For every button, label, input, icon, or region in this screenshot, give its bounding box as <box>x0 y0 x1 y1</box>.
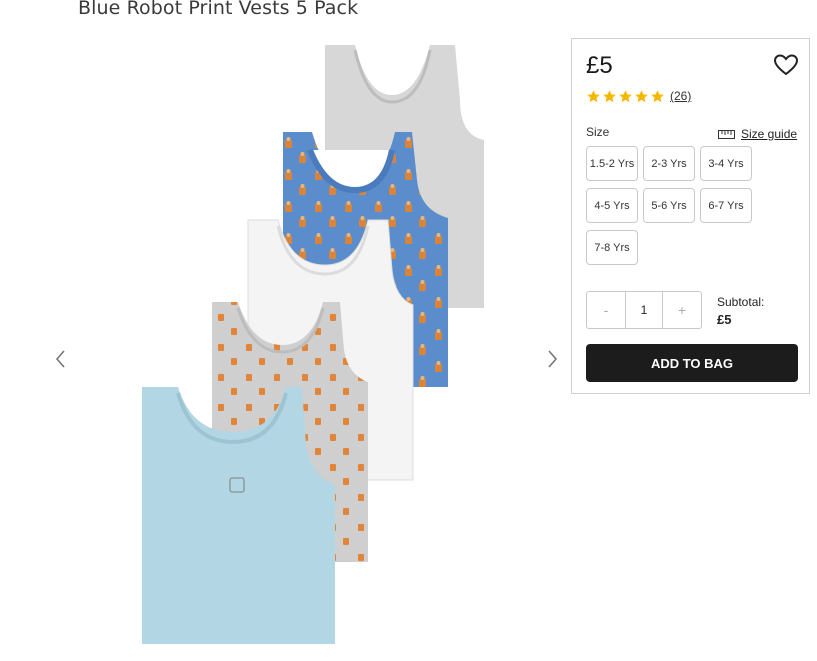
size-option[interactable]: 7-8 Yrs <box>586 230 638 265</box>
size-label: Size <box>586 125 610 139</box>
previous-image-button[interactable] <box>50 348 72 370</box>
size-option[interactable]: 5-6 Yrs <box>643 188 695 223</box>
next-image-button[interactable] <box>541 348 563 370</box>
ruler-icon <box>718 129 735 139</box>
subtotal-label: Subtotal: <box>717 295 765 309</box>
star-icon <box>619 90 632 103</box>
size-guide-label: Size guide <box>741 127 798 141</box>
increment-button[interactable]: + <box>663 292 701 328</box>
chevron-right-icon <box>548 350 558 368</box>
wishlist-button[interactable] <box>773 53 799 77</box>
star-icon <box>587 90 600 103</box>
star-icon <box>651 90 664 103</box>
add-to-bag-button[interactable]: ADD TO BAG <box>586 344 798 382</box>
purchase-panel: £5 (26) Size Size guide 1.5-2 Yrs 2-3 Yr… <box>571 38 810 394</box>
size-guide-link[interactable]: Size guide <box>718 127 797 141</box>
product-title: Blue Robot Print Vests 5 Pack <box>78 0 359 19</box>
size-option[interactable]: 4-5 Yrs <box>586 188 638 223</box>
heart-icon <box>773 54 799 76</box>
product-gallery <box>40 30 570 661</box>
price: £5 <box>586 52 613 79</box>
star-icon <box>603 90 616 103</box>
star-rating <box>586 89 665 105</box>
review-count-link[interactable]: (26) <box>670 89 691 103</box>
chevron-left-icon <box>55 350 65 368</box>
size-option[interactable]: 1.5-2 Yrs <box>586 146 638 181</box>
subtotal: Subtotal: £5 <box>717 294 764 328</box>
decrement-button[interactable]: - <box>587 292 625 328</box>
subtotal-amount: £5 <box>717 312 732 327</box>
quantity-stepper: - 1 + <box>586 291 702 329</box>
quantity-input[interactable]: 1 <box>625 292 663 328</box>
size-option[interactable]: 3-4 Yrs <box>700 146 752 181</box>
size-option[interactable]: 6-7 Yrs <box>700 188 752 223</box>
product-image <box>142 45 484 644</box>
star-icon <box>635 90 648 103</box>
size-option[interactable]: 2-3 Yrs <box>643 146 695 181</box>
